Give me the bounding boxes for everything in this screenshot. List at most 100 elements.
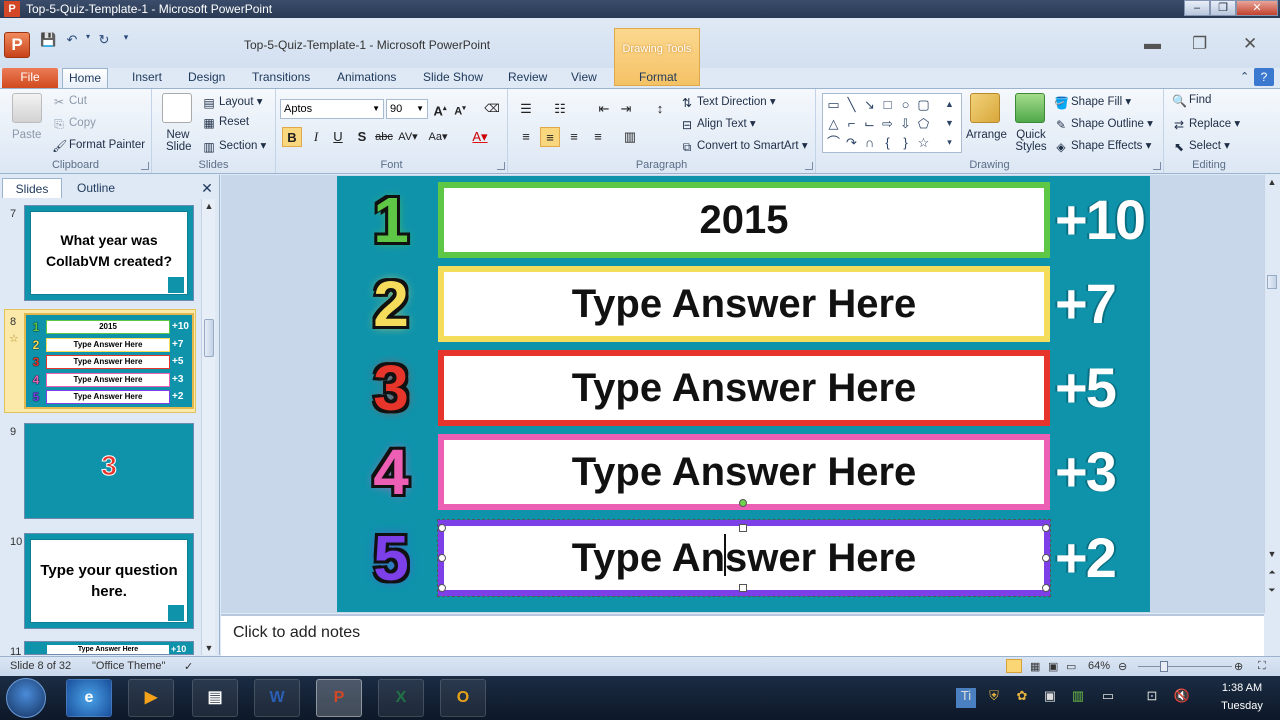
network-icon[interactable]: ⊡ (1142, 688, 1162, 708)
shield-icon[interactable]: ⛨ (984, 688, 1004, 708)
shape-outline-button[interactable]: ✎ Shape Outline ▾ (1054, 116, 1153, 132)
tab-format[interactable]: Format (633, 68, 683, 88)
text-direction-button[interactable]: ⇅ Text Direction ▾ (680, 94, 776, 110)
clock[interactable]: 1:38 AM Tuesday (1212, 682, 1272, 712)
close-panel-icon[interactable]: ✕ (198, 178, 216, 198)
excel-icon[interactable]: X (378, 679, 424, 717)
slides-panel-scrollbar[interactable]: ▲ ▼ (201, 199, 215, 655)
tray-app-icon[interactable]: Ti (956, 688, 976, 708)
line-spacing-icon[interactable]: ↕ (650, 99, 670, 119)
shape-fill-button[interactable]: 🪣 Shape Fill ▾ (1054, 94, 1131, 110)
numbering-icon[interactable]: ☷ (550, 99, 570, 119)
ribbon-restore-window-icon[interactable]: ❐ (1192, 34, 1207, 54)
font-size-select[interactable]: 90 ▼ (386, 99, 428, 119)
change-case-button[interactable]: Aa▾ (428, 127, 448, 147)
answer-box[interactable]: Type Answer Here (438, 266, 1050, 342)
rank-number[interactable]: 1 (367, 184, 415, 256)
drawing-launcher-icon[interactable] (1153, 162, 1161, 170)
scroll-down-icon[interactable]: ▼ (1265, 547, 1279, 561)
grow-font-icon[interactable]: A▴ (430, 99, 450, 119)
zoom-out-icon[interactable]: ⊖ (1118, 660, 1127, 673)
previous-slide-icon[interactable]: ⏶ (1265, 565, 1279, 579)
down-arrow-shape-icon[interactable]: ⇩ (897, 115, 914, 132)
tab-insert[interactable]: Insert (126, 68, 168, 88)
tab-outline[interactable]: Outline (64, 178, 128, 198)
scroll-thumb[interactable] (204, 319, 214, 357)
shadow-button[interactable]: S (352, 127, 372, 147)
rotation-handle[interactable] (739, 499, 747, 507)
ribbon-collapse-icon[interactable]: ⌃ (1234, 68, 1255, 88)
align-left-icon[interactable]: ≡ (516, 127, 536, 147)
resize-handle[interactable] (739, 524, 747, 532)
tab-review[interactable]: Review (502, 68, 553, 88)
resize-handle[interactable] (438, 584, 446, 592)
quick-styles-icon[interactable] (1015, 93, 1045, 123)
customize-qat-icon[interactable]: ▾ (118, 32, 134, 48)
layout-button[interactable]: ▤ Layout ▾ (202, 94, 262, 110)
zoom-level[interactable]: 64% (1088, 660, 1110, 672)
rank-number[interactable]: 4 (367, 436, 415, 508)
powerpoint-taskbar-icon[interactable]: P (316, 679, 362, 717)
section-button[interactable]: ▥ Section ▾ (202, 138, 266, 154)
normal-view-icon[interactable] (1006, 659, 1022, 673)
notes-pane[interactable]: Click to add notes (221, 614, 1264, 656)
brace-right-icon[interactable]: } (897, 134, 914, 151)
undo-dropdown-icon[interactable]: ▾ (80, 32, 96, 48)
zoom-slider[interactable] (1138, 666, 1232, 667)
gallery-scroll-up-icon[interactable]: ▲ (941, 96, 958, 113)
tab-slide-show[interactable]: Slide Show (417, 68, 489, 88)
bold-button[interactable]: B (282, 127, 302, 147)
resize-handle[interactable] (1042, 554, 1050, 562)
star-shape-icon[interactable]: ☆ (915, 134, 932, 151)
points-value[interactable]: +5 (1055, 350, 1145, 426)
arrange-icon[interactable] (970, 93, 1000, 123)
ribbon-minimize-window-icon[interactable]: ▬ (1144, 34, 1161, 54)
cut-button[interactable]: ✂ Cut (52, 95, 87, 109)
media-player-icon[interactable]: ▶ (128, 679, 174, 717)
answer-box[interactable]: 2015 (438, 182, 1050, 258)
align-center-icon[interactable]: ≡ (540, 127, 560, 147)
rank-number[interactable]: 2 (367, 268, 415, 340)
tab-file[interactable]: File (2, 68, 58, 88)
triangle-shape-icon[interactable]: △ (825, 115, 842, 132)
shape-effects-button[interactable]: ◈ Shape Effects ▾ (1054, 138, 1151, 154)
format-painter-button[interactable]: 🖌 Format Painter (52, 139, 145, 153)
line-shape-icon[interactable]: ╲ (843, 96, 860, 113)
ribbon-close-window-icon[interactable]: ✕ (1243, 34, 1257, 54)
select-button[interactable]: ⬉ Select ▾ (1172, 138, 1230, 154)
powerpoint-logo-icon[interactable]: P (4, 32, 30, 58)
points-value[interactable]: +3 (1055, 434, 1145, 510)
resize-handle[interactable] (1042, 524, 1050, 532)
slide-thumbnail-10[interactable]: Type your question here. (24, 533, 194, 629)
restore-button[interactable]: ❐ (1210, 0, 1236, 16)
undo-icon[interactable]: ↶ (64, 32, 80, 48)
shapes-gallery[interactable]: ▭ ╲ ↘ □ ○ ▢ △ ⌐ ⌙ ⇨ ⇩ ⬠ ⌒ ↷ ∩ { } ☆ ▲ ▼ … (822, 93, 962, 153)
curve-shape-icon[interactable]: ⌒ (825, 134, 842, 151)
tray-chart-icon[interactable]: ▥ (1068, 688, 1088, 708)
close-button[interactable]: ✕ (1236, 0, 1278, 16)
reset-button[interactable]: ▦ Reset (202, 116, 249, 130)
resize-handle[interactable] (438, 554, 446, 562)
decrease-indent-icon[interactable]: ⇤ (594, 99, 614, 119)
right-arrow-shape-icon[interactable]: ⇨ (879, 115, 896, 132)
fit-slide-icon[interactable]: ⛶ (1258, 660, 1266, 673)
zoom-slider-thumb[interactable] (1160, 661, 1168, 672)
elbow-arrow-icon[interactable]: ⌙ (861, 115, 878, 132)
powerpoint-app-icon[interactable]: P (4, 1, 20, 17)
columns-icon[interactable]: ▥ (620, 127, 640, 147)
explorer-icon[interactable]: ▤ (192, 679, 238, 717)
paragraph-launcher-icon[interactable] (805, 162, 813, 170)
slide-thumbnail-9[interactable]: 3 (24, 423, 194, 519)
arrow-shape-icon[interactable]: ↘ (861, 96, 878, 113)
curved-arrow-icon[interactable]: ↷ (843, 134, 860, 151)
italic-button[interactable]: I (306, 127, 326, 147)
tab-animations[interactable]: Animations (331, 68, 402, 88)
zoom-in-icon[interactable]: ⊕ (1234, 660, 1243, 673)
arc-shape-icon[interactable]: ∩ (861, 134, 878, 151)
help-icon[interactable]: ? (1254, 68, 1274, 86)
volume-muted-icon[interactable]: 🔇 (1172, 688, 1192, 708)
quick-styles-button[interactable]: Quick Styles (1014, 129, 1048, 153)
save-icon[interactable]: 💾 (40, 32, 56, 48)
internet-explorer-icon[interactable]: e (66, 679, 112, 717)
slide-thumbnail-7[interactable]: What year was CollabVM created? (24, 205, 194, 301)
